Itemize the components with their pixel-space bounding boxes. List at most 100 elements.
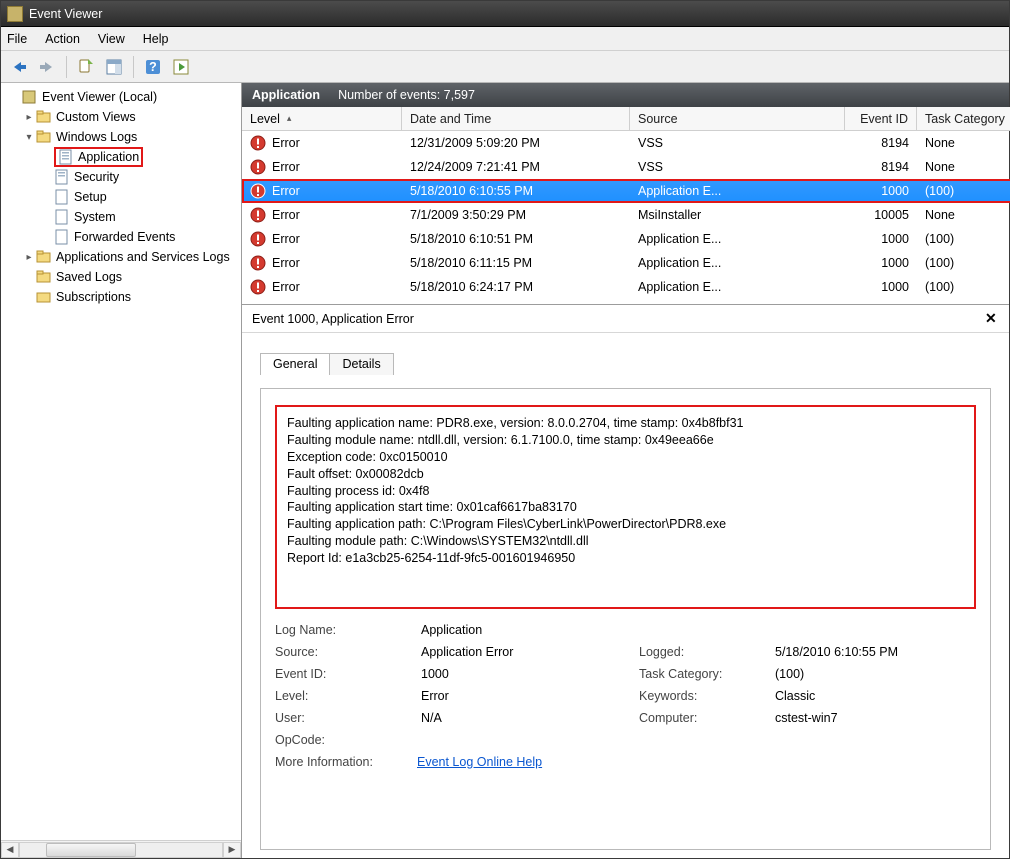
- close-detail-button[interactable]: ✕: [985, 312, 999, 326]
- table-row[interactable]: Error12/24/2009 7:21:41 PMVSS8194None: [242, 155, 1010, 179]
- twisty-icon[interactable]: ▸: [22, 112, 36, 123]
- cell-taskcat: (100): [917, 184, 1010, 198]
- run-button[interactable]: [169, 55, 193, 79]
- sort-asc-icon: ▴: [287, 113, 292, 124]
- menu-bar: File Action View Help: [1, 27, 1009, 51]
- moreinfo-link[interactable]: Event Log Online Help: [417, 755, 542, 769]
- tree-security[interactable]: Security: [4, 167, 238, 187]
- title-bar[interactable]: Event Viewer: [1, 1, 1009, 27]
- detail-header: Event 1000, Application Error ✕: [242, 305, 1009, 333]
- scroll-thumb[interactable]: [46, 843, 136, 857]
- tree-application-label: Application: [78, 150, 139, 164]
- cell-datetime: 5/18/2010 6:10:55 PM: [402, 184, 630, 198]
- forward-button[interactable]: [35, 55, 59, 79]
- event-list[interactable]: Level ▴ Date and Time Source Event ID Ta…: [242, 107, 1010, 304]
- log-icon: [54, 169, 70, 185]
- table-row[interactable]: Error5/18/2010 6:11:15 PMApplication E..…: [242, 251, 1010, 275]
- menu-help[interactable]: Help: [143, 32, 169, 46]
- tree-root[interactable]: Event Viewer (Local): [4, 87, 238, 107]
- message-line: Faulting module name: ntdll.dll, version…: [287, 432, 964, 449]
- cell-datetime: 12/24/2009 7:21:41 PM: [402, 160, 630, 174]
- cell-eventid: 8194: [845, 160, 917, 174]
- back-button[interactable]: [7, 55, 31, 79]
- tree-saved-logs-label: Saved Logs: [56, 270, 122, 284]
- level-text: Error: [272, 232, 300, 246]
- body-split: Event Viewer (Local) ▸ Custom Views ▾ Wi…: [1, 83, 1009, 858]
- tree-apps-services[interactable]: ▸ Applications and Services Logs: [4, 247, 238, 267]
- help-button[interactable]: ?: [141, 55, 165, 79]
- cell-source: VSS: [630, 160, 845, 174]
- navigation-tree[interactable]: Event Viewer (Local) ▸ Custom Views ▾ Wi…: [1, 83, 241, 840]
- table-row[interactable]: Error5/18/2010 6:24:17 PMApplication E..…: [242, 275, 1010, 299]
- tab-general[interactable]: General: [260, 353, 330, 375]
- tree-forwarded[interactable]: Forwarded Events: [4, 227, 238, 247]
- tree-custom-views[interactable]: ▸ Custom Views: [4, 107, 238, 127]
- moreinfo-label: More Information:: [275, 755, 405, 769]
- properties-button[interactable]: [74, 55, 98, 79]
- log-icon: [58, 149, 74, 165]
- tree-subscriptions[interactable]: Subscriptions: [4, 287, 238, 307]
- level-text: Error: [272, 136, 300, 150]
- twisty-icon[interactable]: ▾: [22, 132, 36, 143]
- logged-label: Logged:: [639, 645, 767, 659]
- eventid-value: 1000: [421, 667, 631, 681]
- level-label: Level:: [275, 689, 413, 703]
- tree-setup[interactable]: Setup: [4, 187, 238, 207]
- twisty-icon[interactable]: ▸: [22, 252, 36, 263]
- cell-source: Application E...: [630, 280, 845, 294]
- menu-file[interactable]: File: [7, 32, 27, 46]
- tab-pane-general: Faulting application name: PDR8.exe, ver…: [260, 388, 991, 850]
- cell-eventid: 1000: [845, 280, 917, 294]
- table-row[interactable]: Error 5/18/2010 6:10:51 PMApplication E..…: [242, 227, 1010, 251]
- source-label: Source:: [275, 645, 413, 659]
- tab-details[interactable]: Details: [329, 353, 393, 375]
- cell-source: VSS: [630, 136, 845, 150]
- window-title: Event Viewer: [29, 7, 102, 21]
- menu-view[interactable]: View: [98, 32, 125, 46]
- menu-action[interactable]: Action: [45, 32, 80, 46]
- source-value: Application Error: [421, 645, 631, 659]
- cell-taskcat: None: [917, 160, 1010, 174]
- tree-forwarded-label: Forwarded Events: [74, 230, 175, 244]
- col-eventid[interactable]: Event ID: [845, 107, 917, 130]
- level-text: Error: [272, 256, 300, 270]
- table-row[interactable]: Error12/31/2009 5:09:20 PMVSS8194None: [242, 131, 1010, 155]
- col-taskcat[interactable]: Task Category: [917, 107, 1010, 130]
- cell-source: Application E...: [630, 184, 845, 198]
- show-pane-button[interactable]: [102, 55, 126, 79]
- cell-datetime: 7/1/2009 3:50:29 PM: [402, 208, 630, 222]
- taskcat-value: (100): [775, 667, 976, 681]
- tree-h-scrollbar[interactable]: ◀ ▶: [1, 840, 241, 858]
- message-line: Faulting module path: C:\Windows\SYSTEM3…: [287, 533, 964, 550]
- col-datetime[interactable]: Date and Time: [402, 107, 630, 130]
- scroll-track[interactable]: [19, 842, 223, 858]
- message-line: Fault offset: 0x00082dcb: [287, 466, 964, 483]
- cell-level: Error: [242, 183, 402, 199]
- toolbar-separator-2: [133, 56, 134, 78]
- tree-application[interactable]: Application: [4, 147, 238, 167]
- tree-root-label: Event Viewer (Local): [42, 90, 157, 104]
- cell-taskcat: None: [917, 208, 1010, 222]
- level-text: Error: [272, 184, 300, 198]
- cell-source: Application E...: [630, 232, 845, 246]
- cell-datetime: 5/18/2010 6:10:51 PM: [402, 232, 630, 246]
- cell-taskcat: (100): [917, 232, 1010, 246]
- tree-saved-logs[interactable]: Saved Logs: [4, 267, 238, 287]
- column-headers[interactable]: Level ▴ Date and Time Source Event ID Ta…: [242, 107, 1010, 131]
- col-level[interactable]: Level ▴: [242, 107, 402, 130]
- col-source[interactable]: Source: [630, 107, 845, 130]
- scroll-left-button[interactable]: ◀: [1, 842, 19, 858]
- tree-subscriptions-label: Subscriptions: [56, 290, 131, 304]
- tree-system[interactable]: System: [4, 207, 238, 227]
- level-text: Error: [272, 280, 300, 294]
- cell-level: Error: [242, 135, 402, 151]
- tree-apps-services-label: Applications and Services Logs: [56, 250, 230, 264]
- scroll-right-button[interactable]: ▶: [223, 842, 241, 858]
- cell-eventid: 1000: [845, 232, 917, 246]
- cell-taskcat: (100): [917, 280, 1010, 294]
- cell-level: Error: [242, 159, 402, 175]
- detail-tabs: General Details: [260, 351, 991, 375]
- table-row[interactable]: Error 5/18/2010 6:10:55 PMApplication E..…: [242, 179, 1010, 203]
- table-row[interactable]: Error7/1/2009 3:50:29 PMMsiInstaller1000…: [242, 203, 1010, 227]
- tree-windows-logs[interactable]: ▾ Windows Logs: [4, 127, 238, 147]
